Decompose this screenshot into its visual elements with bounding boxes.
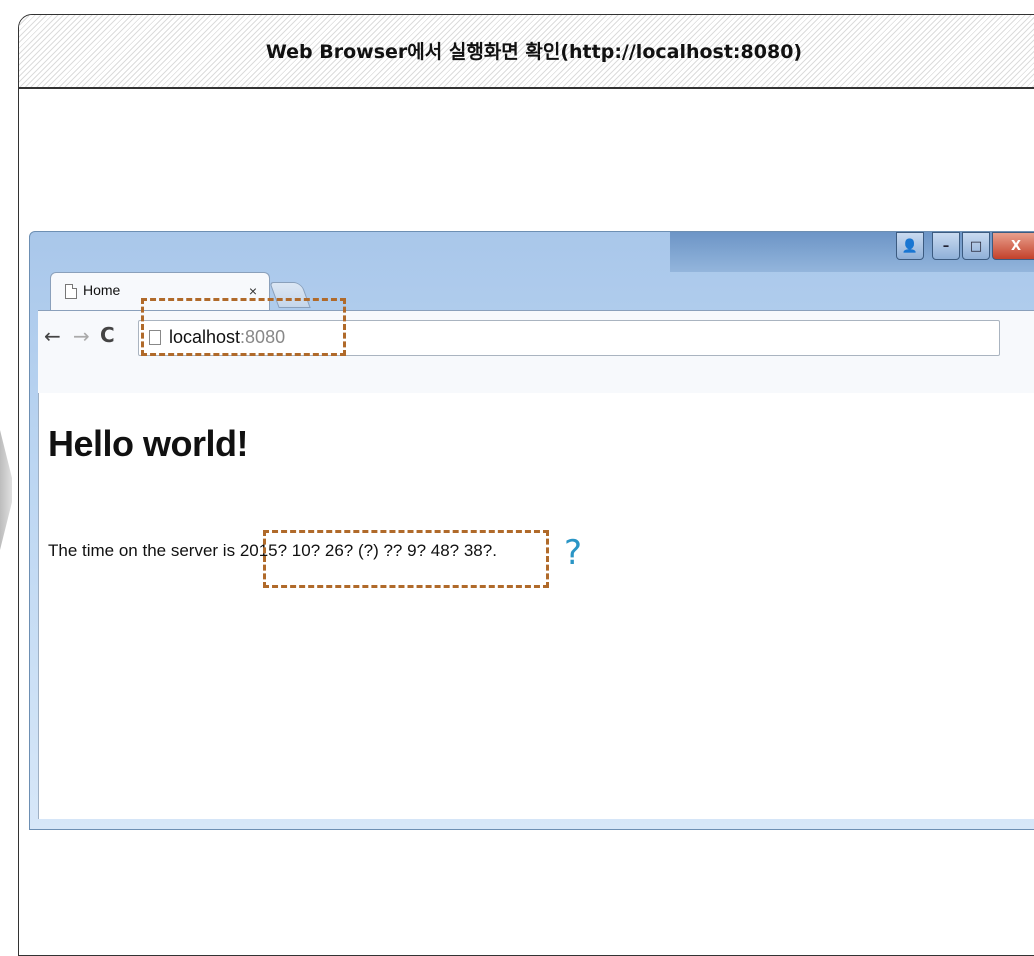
page-heading: Hello world!: [48, 423, 249, 464]
tab-close-icon[interactable]: ×: [249, 283, 257, 299]
address-highlight-box: [141, 298, 346, 356]
reload-icon[interactable]: C: [100, 323, 115, 347]
tab-label: Home: [83, 282, 121, 298]
page-icon: [65, 284, 77, 299]
back-arrow-icon[interactable]: ←: [44, 324, 61, 348]
close-window-button[interactable]: X: [992, 232, 1034, 260]
forward-arrow-icon[interactable]: →: [73, 324, 90, 348]
user-profile-button[interactable]: 👤: [896, 232, 924, 260]
side-arrow-decoration: [0, 430, 12, 550]
time-highlight-box: [263, 530, 549, 588]
minimize-button[interactable]: –: [932, 232, 960, 260]
slide-header: Web Browser에서 실행화면 확인(http://localhost:8…: [19, 15, 1034, 89]
question-mark-annotation: ?: [564, 533, 583, 573]
maximize-button[interactable]: □: [962, 232, 990, 260]
page-viewport: Hello world! The time on the server is 2…: [38, 393, 1034, 819]
window-controls: 👤 – □ X: [896, 232, 1034, 264]
slide-title: Web Browser에서 실행화면 확인(http://localhost:8…: [265, 41, 803, 63]
server-time-prefix: The time on the server is: [48, 541, 240, 560]
